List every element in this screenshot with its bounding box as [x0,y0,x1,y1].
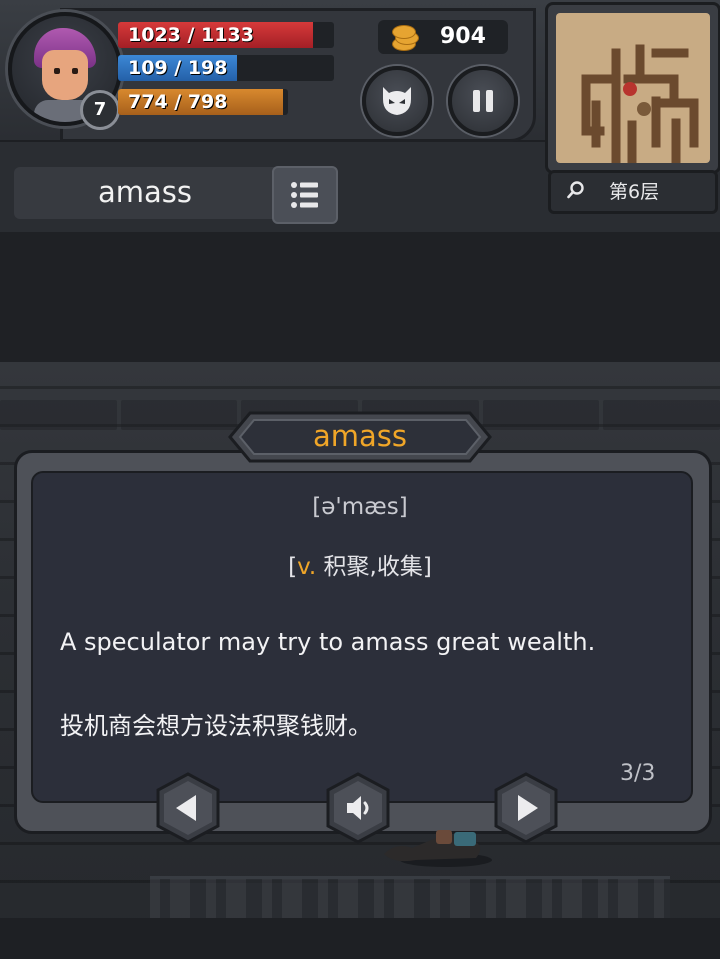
previous-icon [156,772,220,844]
mp-text: 109 / 198 [128,57,228,79]
minimap-maze [581,44,699,168]
gold-coin-icon [390,25,419,51]
card-word-title: amass [312,419,407,453]
avatar-eye [72,68,78,74]
example-sentence-zh: 投机商会想方设法积聚钱财。 [60,712,372,740]
minimap-area [556,13,710,168]
current-word: amass [97,175,192,209]
definition: [v. 积聚,收集] [0,547,720,581]
list-icon [291,182,318,208]
monster-icon [383,87,411,115]
floor-label: 第6层 [609,181,660,203]
gold-counter: 904 [378,20,508,54]
hp-bar: 1023 / 1133 [118,22,334,48]
monster-sprite [384,830,492,867]
hp-text: 1023 / 1133 [128,24,254,46]
mp-bar: 109 / 198 [118,55,334,81]
example-sentence-en: A speculator may try to amass great weal… [60,628,596,656]
avatar-eye [54,68,60,74]
search-icon [567,181,584,199]
floor-bottom [0,918,720,959]
dungeon-ceiling [0,232,720,362]
pause-icon [470,90,496,112]
floor-pattern [150,876,670,922]
next-button[interactable] [490,772,562,844]
level-badge: 7 [80,90,120,130]
monster-info-button[interactable] [362,66,432,136]
player-marker-icon [623,82,637,96]
part-of-speech: v. [297,554,317,580]
floor-indicator[interactable]: 第6层 [548,170,718,214]
xp-text: 774 / 798 [128,91,228,113]
word-list-button[interactable] [272,166,338,224]
definition-open-bracket: [ [288,554,298,580]
previous-button[interactable] [152,772,224,844]
minimap[interactable] [545,2,720,174]
enemy-marker-icon [637,102,651,116]
next-icon [494,772,558,844]
definition-meaning: 积聚,收集] [316,554,432,580]
xp-bar: 774 / 798 [118,89,288,115]
phonetic: [ə'mæs] [312,494,408,520]
word-title-tab: amass [226,410,494,464]
page-indicator: 3/3 [620,761,656,786]
pause-button[interactable] [448,66,518,136]
avatar-face [42,50,88,100]
gold-value: 904 [440,24,486,49]
